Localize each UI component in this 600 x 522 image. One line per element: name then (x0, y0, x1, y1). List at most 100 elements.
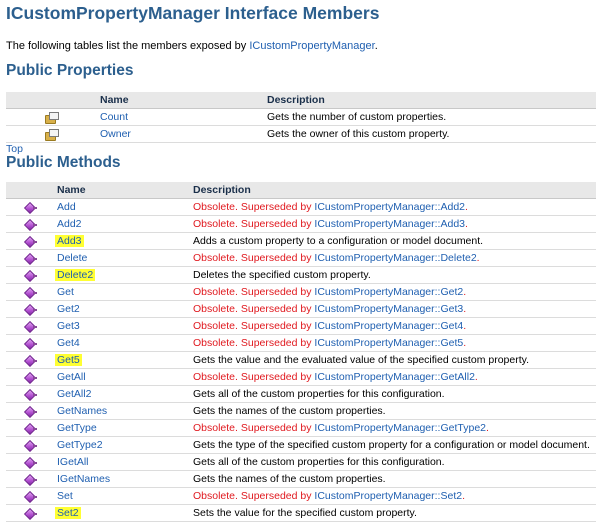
method-icon-cell (6, 249, 54, 267)
method-name-link[interactable]: Set (57, 490, 73, 502)
method-icon (23, 372, 37, 385)
method-icon-arrow (32, 224, 37, 227)
method-name-link[interactable]: GetType (57, 422, 97, 434)
method-description: Gets the names of the custom properties. (190, 470, 596, 488)
superseded-by-link[interactable]: ICustomPropertyManager::Get3 (314, 303, 463, 315)
property-description: Gets the owner of this custom property. (264, 125, 596, 143)
superseded-by-link[interactable]: ICustomPropertyManager::Delete2 (314, 252, 476, 264)
superseded-by-link[interactable]: ICustomPropertyManager::Add3 (314, 218, 465, 230)
intro-text-start: The following tables list the members ex… (6, 40, 250, 52)
properties-table: Name Description Count Gets the number of… (6, 92, 596, 143)
property-row: Count Gets the number of custom propertie… (6, 108, 596, 126)
method-name-link[interactable]: Get (57, 286, 74, 298)
obsolete-text: Obsolete. Superseded by (193, 371, 315, 383)
method-icon (23, 423, 37, 436)
method-icon-cell (6, 300, 54, 318)
method-icon-cell (6, 232, 54, 250)
method-icon (23, 355, 37, 368)
property-name-link[interactable]: Count (100, 111, 128, 123)
method-icon (23, 389, 37, 402)
superseded-by-link[interactable]: ICustomPropertyManager::Add2 (314, 201, 465, 213)
method-row: Get3 Obsolete. Superseded by ICustomPrope… (6, 317, 596, 335)
public-properties-heading: Public Properties (6, 62, 134, 79)
method-icon-cell (6, 436, 54, 454)
method-row: Delete Obsolete. Superseded by ICustomPro… (6, 249, 596, 267)
properties-header-row: Name Description (6, 92, 596, 109)
method-name-link[interactable]: Add2 (57, 218, 82, 230)
method-name-link[interactable]: GetNames (57, 405, 107, 417)
obsolete-text: Obsolete. Superseded by (193, 337, 315, 349)
method-icon-arrow (32, 258, 37, 261)
method-name-link[interactable]: Add (57, 201, 76, 213)
superseded-by-link[interactable]: ICustomPropertyManager::GetAll2 (314, 371, 474, 383)
method-icon (23, 338, 37, 351)
method-row: Get2 Obsolete. Superseded by ICustomPrope… (6, 300, 596, 318)
obsolete-text-end: . (465, 218, 468, 230)
method-description: Sets the value for the specified custom … (190, 504, 596, 522)
method-icon-arrow (32, 292, 37, 295)
method-name-link[interactable]: Get4 (57, 337, 80, 349)
superseded-by-link[interactable]: ICustomPropertyManager::Get2 (314, 286, 463, 298)
method-name-link[interactable]: GetType2 (57, 439, 103, 451)
method-icon-arrow (32, 343, 37, 346)
method-icon-cell (6, 453, 54, 471)
method-icon-cell (6, 215, 54, 233)
method-name-link[interactable]: GetAll2 (57, 388, 91, 400)
obsolete-text-end: . (462, 490, 465, 502)
method-icon (23, 406, 37, 419)
method-row: GetType Obsolete. Superseded by ICustomPr… (6, 419, 596, 437)
method-name-link-highlighted[interactable]: Set2 (55, 507, 81, 519)
method-name-cell: Add (54, 198, 190, 216)
superseded-by-link[interactable]: ICustomPropertyManager::Get5 (314, 337, 463, 349)
method-name-link[interactable]: Delete (57, 252, 87, 264)
method-description: Obsolete. Superseded by ICustomPropertyM… (190, 283, 596, 301)
method-name-cell: Get4 (54, 334, 190, 352)
method-name-cell: Delete (54, 249, 190, 267)
method-name-cell: Delete2 (54, 266, 190, 284)
method-icon-arrow (32, 428, 37, 431)
method-name-cell: Get5 (54, 351, 190, 369)
method-name-link[interactable]: IGetNames (57, 473, 110, 485)
method-icon-arrow (32, 309, 37, 312)
obsolete-text-end: . (463, 303, 467, 315)
method-name-link[interactable]: IGetAll (57, 456, 89, 468)
method-icon-cell (6, 198, 54, 216)
method-icon-arrow (32, 207, 37, 210)
method-icon-arrow (32, 326, 37, 329)
method-icon-arrow (32, 496, 37, 499)
property-icon-cell (6, 125, 97, 143)
superseded-by-link[interactable]: ICustomPropertyManager::GetType2 (314, 422, 486, 434)
method-icon-cell (6, 419, 54, 437)
method-name-cell: GetNames (54, 402, 190, 420)
property-icon-card (49, 128, 59, 137)
method-name-link-highlighted[interactable]: Add3 (55, 235, 84, 247)
method-description: Obsolete. Superseded by ICustomPropertyM… (190, 300, 596, 318)
method-row: Get5 Gets the value and the evaluated val… (6, 351, 596, 369)
description-column-header: Description (190, 182, 596, 199)
property-icon-cell (6, 108, 97, 126)
method-icon-arrow (32, 445, 37, 448)
method-name-link[interactable]: Get3 (57, 320, 80, 332)
method-name-link-highlighted[interactable]: Delete2 (55, 269, 96, 281)
method-icon (23, 508, 37, 521)
method-icon-arrow (32, 241, 37, 244)
method-row: Get4 Obsolete. Superseded by ICustomPrope… (6, 334, 596, 352)
method-name-link-highlighted[interactable]: Get5 (55, 354, 82, 366)
intro-text: The following tables list the members ex… (6, 40, 378, 52)
method-row: Add3 Adds a custom property to a configur… (6, 232, 596, 250)
method-name-cell: Get3 (54, 317, 190, 335)
method-row: IGetAll Gets all of the custom properties… (6, 453, 596, 471)
method-description: Adds a custom property to a configuratio… (190, 232, 596, 250)
property-name-link[interactable]: Owner (100, 128, 131, 140)
superseded-by-link[interactable]: ICustomPropertyManager::Set2 (314, 490, 462, 502)
method-row: GetAll Obsolete. Superseded by ICustomPro… (6, 368, 596, 386)
superseded-by-link[interactable]: ICustomPropertyManager::Get4 (314, 320, 463, 332)
method-name-link[interactable]: Get2 (57, 303, 80, 315)
method-description: Obsolete. Superseded by ICustomPropertyM… (190, 334, 596, 352)
method-row: Delete2 Deletes the specified custom prop… (6, 266, 596, 284)
interface-link[interactable]: ICustomPropertyManager (249, 40, 374, 52)
method-icon (23, 202, 37, 215)
method-row: Set Obsolete. Superseded by ICustomProper… (6, 487, 596, 505)
method-icon (23, 440, 37, 453)
method-name-link[interactable]: GetAll (57, 371, 86, 383)
